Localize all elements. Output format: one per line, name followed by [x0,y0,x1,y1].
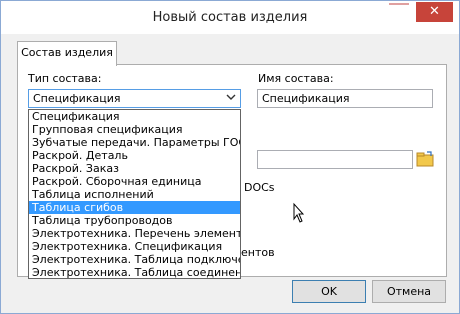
dropdown-item[interactable]: Групповая спецификация [29,123,240,136]
name-label: Имя состава: [258,72,334,85]
tab-product-composition[interactable]: Состав изделия [17,41,117,66]
dropdown-item[interactable]: Электротехника. Спецификация [29,240,240,253]
dropdown-item[interactable]: Электротехника. Таблица соединений [29,266,240,278]
dropdown-item[interactable]: Раскрой. Заказ [29,162,240,175]
dropdown-item[interactable]: Электротехника. Таблица подключений [29,253,240,266]
dropdown-item[interactable]: Таблица трубопроводов [29,214,240,227]
cancel-button[interactable]: Отмена [372,280,446,303]
close-button[interactable]: ✕ [416,2,453,22]
dropdown-item[interactable]: Зубчатые передачи. Параметры ГОСТ 2.4 [29,136,240,149]
type-combobox-value: Спецификация [33,92,121,105]
top-accent-mark [389,3,409,5]
ok-button[interactable]: OK [292,280,366,303]
name-field[interactable]: Спецификация [257,89,433,108]
name-field-value: Спецификация [262,92,350,105]
docs-text: DOCs [244,181,275,194]
window-title: Новый состав изделия [152,10,308,25]
dropdown-item[interactable]: Электротехника. Перечень элементов [29,227,240,240]
chevron-down-icon[interactable] [226,92,236,105]
dialog-window: Новый состав изделия ✕ Состав изделия Ти… [0,0,460,314]
dropdown-item[interactable]: Раскрой. Сборочная единица [29,175,240,188]
dropdown-item[interactable]: Спецификация [29,110,240,123]
type-combobox[interactable]: Спецификация [28,89,241,108]
type-label: Тип состава: [28,72,102,85]
dropdown-item[interactable]: Раскрой. Деталь [29,149,240,162]
elements-text-fragment: ентов [241,246,275,259]
dropdown-item[interactable]: Таблица исполнений [29,188,240,201]
dropdown-item-selected[interactable]: Таблица сгибов [29,201,240,214]
type-dropdown-list[interactable]: Спецификация Групповая спецификация Зубч… [28,109,241,279]
folder-icon[interactable] [415,149,435,169]
text-cursor-icon [293,202,304,223]
path-field[interactable] [257,150,413,169]
